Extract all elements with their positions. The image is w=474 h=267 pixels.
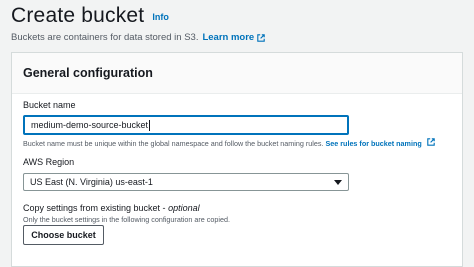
text-cursor [149,119,151,131]
external-link-icon [257,33,265,42]
aws-region-value: US East (N. Virginia) us-east-1 [30,177,153,187]
naming-rules-label: See rules for bucket naming [325,139,422,148]
naming-rules-link[interactable]: See rules for bucket naming [325,138,435,148]
panel-header: General configuration [12,53,462,94]
optional-label: optional [168,203,200,213]
aws-region-label: AWS Region [23,157,75,167]
page-subtitle: Buckets are containers for data stored i… [11,32,464,43]
copy-settings-hint: Only the bucket settings in the followin… [23,215,230,224]
bucket-name-input[interactable]: medium-demo-source-bucket [23,115,349,135]
copy-settings-label-text: Copy settings from existing bucket - [23,203,169,213]
info-link[interactable]: Info [152,12,169,22]
chevron-down-icon [334,179,342,185]
aws-region-select[interactable]: US East (N. Virginia) us-east-1 [23,173,349,191]
bucket-name-value: medium-demo-source-bucket [31,120,149,130]
learn-more-link[interactable]: Learn more [202,32,265,43]
panel-title: General configuration [23,66,153,80]
page-title: Create bucket [11,4,145,27]
title-row: Create bucket Info [11,4,464,28]
copy-settings-label: Copy settings from existing bucket - opt… [23,203,200,213]
bucket-name-hint: Bucket name must be unique within the gl… [23,138,435,148]
learn-more-label: Learn more [202,32,255,43]
subtitle-text: Buckets are containers for data stored i… [11,32,199,43]
general-configuration-panel: General configuration Bucket name medium… [11,52,463,267]
page-header: Create bucket Info Buckets are container… [11,4,464,43]
choose-bucket-button[interactable]: Choose bucket [23,225,104,245]
external-link-icon [426,138,435,146]
bucket-name-hint-text: Bucket name must be unique within the gl… [23,139,324,148]
bucket-name-label: Bucket name [23,100,76,110]
